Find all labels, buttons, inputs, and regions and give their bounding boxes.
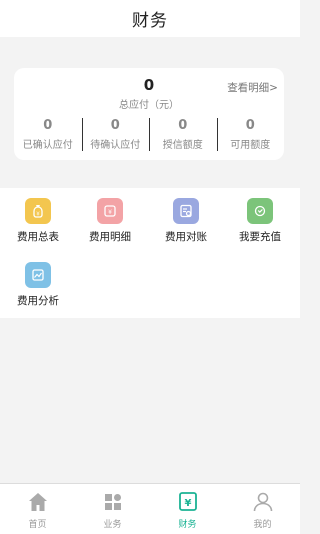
tab-label: 首页 — [28, 520, 47, 530]
analysis-icon — [25, 262, 51, 288]
bottom-tab-bar: 首页 业务 ¥ 财务 我的 — [0, 483, 300, 534]
menu-item-label: 费用对账 — [165, 231, 207, 243]
recharge-icon — [247, 198, 273, 224]
tab-home[interactable]: 首页 — [0, 484, 75, 534]
stat-credit-limit[interactable]: 0 授信额度 — [149, 118, 217, 152]
tab-mine[interactable]: 我的 — [225, 484, 300, 534]
total-payable-label: 总应付（元） — [119, 100, 179, 111]
finance-icon: ¥ — [150, 490, 225, 514]
user-icon — [225, 490, 300, 514]
payable-stats: 0 已确认应付 0 待确认应付 0 授信额度 0 可用额度 — [14, 118, 284, 152]
stat-pending-payable[interactable]: 0 待确认应付 — [81, 118, 150, 152]
stat-value: 0 — [245, 118, 255, 133]
home-icon — [0, 490, 75, 514]
menu-item-label: 费用明细 — [89, 231, 131, 243]
menu-item-expense-reconciliation[interactable]: 费用对账 — [156, 198, 216, 244]
ticket-icon: ¥ — [97, 198, 123, 224]
svg-text:¥: ¥ — [108, 209, 112, 216]
stat-label: 已确认应付 — [22, 140, 73, 151]
stat-value: 0 — [43, 118, 53, 133]
tab-label: 财务 — [178, 520, 197, 530]
svg-text:¥: ¥ — [36, 211, 40, 217]
stat-label: 授信额度 — [162, 140, 203, 151]
stat-label: 可用额度 — [230, 140, 271, 151]
stat-value: 0 — [178, 118, 188, 133]
menu-item-expense-details[interactable]: ¥ 费用明细 — [80, 198, 140, 244]
menu-item-recharge[interactable]: 我要充值 — [230, 198, 290, 244]
tab-finance[interactable]: ¥ 财务 — [150, 484, 225, 534]
stat-confirmed-payable[interactable]: 0 已确认应付 — [14, 118, 82, 152]
stat-value: 0 — [110, 118, 120, 133]
menu-item-label: 我要充值 — [239, 231, 281, 243]
payable-summary-card: 0 总应付（元） 查看明细> 0 已确认应付 0 待确认应付 0 授信额度 0 … — [14, 68, 284, 160]
tab-label: 业务 — [103, 520, 122, 530]
money-bag-icon: ¥ — [25, 198, 51, 224]
page-header: 财务 — [0, 0, 300, 37]
tab-business[interactable]: 业务 — [75, 484, 150, 534]
view-details-link[interactable]: 查看明细> — [227, 80, 278, 95]
grid-icon — [75, 490, 150, 514]
reconcile-icon — [173, 198, 199, 224]
stat-label: 待确认应付 — [90, 140, 141, 151]
svg-text:¥: ¥ — [184, 498, 191, 509]
menu-item-label: 费用总表 — [17, 231, 59, 243]
page-title: 财务 — [132, 11, 168, 31]
finance-menu: ¥ 费用总表 ¥ 费用明细 费用对账 我要充值 费用分析 — [0, 188, 300, 318]
tab-label: 我的 — [253, 520, 272, 530]
menu-item-expense-summary[interactable]: ¥ 费用总表 — [8, 198, 68, 244]
menu-item-expense-analysis[interactable]: 费用分析 — [8, 262, 68, 308]
stat-available-limit[interactable]: 0 可用额度 — [216, 118, 285, 152]
menu-item-label: 费用分析 — [17, 295, 59, 307]
